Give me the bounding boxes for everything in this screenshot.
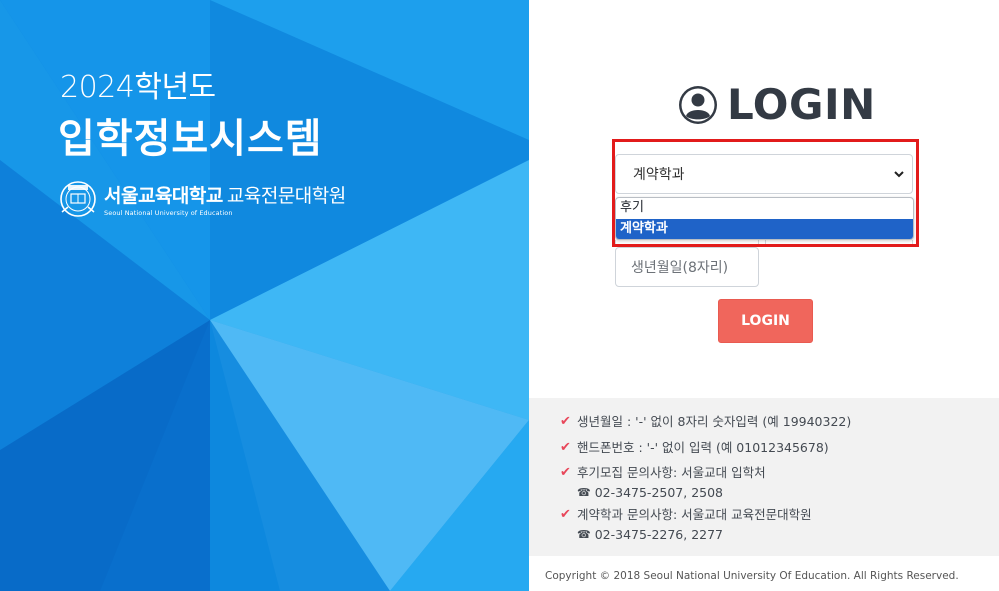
birthdate-input[interactable]: 생년월일(8자리) [615, 247, 759, 287]
university-seal-icon [60, 181, 96, 217]
notice-text: 계약학과 문의사항: 서울교대 교육전문대학원 [577, 507, 812, 522]
check-icon: ✔ [560, 465, 571, 480]
hero-panel: 2024학년도 입학정보시스템 서울교육대학교 교육전문대학원 Seoul Nat… [0, 0, 529, 591]
university-name-en: Seoul National University of Education [104, 209, 233, 217]
admission-year: 2024학년도 [60, 70, 216, 105]
university-logo: 서울교육대학교 교육전문대학원 Seoul National University… [58, 179, 346, 219]
system-title: 입학정보시스템 [58, 116, 323, 162]
login-heading: LOGIN [677, 80, 876, 129]
university-name: 서울교육대학교 [104, 185, 223, 207]
highlight-frame [612, 139, 919, 247]
notice-item: ✔ 핸드폰번호 : '-' 없이 입력 (예 01012345678) [560, 438, 829, 458]
notice-item: ✔ 생년월일 : '-' 없이 8자리 숫자입력 (예 19940322) [560, 412, 851, 432]
phone-number: 02-3475-2276, 2277 [594, 527, 724, 542]
user-circle-icon [679, 85, 717, 124]
login-panel: LOGIN 계약학과 후기 계약학과 생년월일(8자리) LOGIN ✔ 생년월… [529, 0, 999, 591]
phone-icon: ☎ [577, 486, 591, 499]
notice-item: ✔ 계약학과 문의사항: 서울교대 교육전문대학원 ☎ 02-3475-2276,… [560, 505, 812, 545]
check-icon: ✔ [560, 507, 571, 522]
login-button[interactable]: LOGIN [718, 299, 813, 343]
notice-box: ✔ 생년월일 : '-' 없이 8자리 숫자입력 (예 19940322) ✔ … [529, 398, 999, 556]
phone-icon: ☎ [577, 528, 591, 541]
check-icon: ✔ [560, 440, 571, 455]
check-icon: ✔ [560, 414, 571, 429]
copyright-text: Copyright © 2018 Seoul National Universi… [545, 570, 959, 582]
notice-text: 생년월일 : '-' 없이 8자리 숫자입력 (예 19940322) [577, 414, 852, 429]
notice-item: ✔ 후기모집 문의사항: 서울교대 입학처 ☎ 02-3475-2507, 250… [560, 463, 766, 503]
graduate-school-name: 교육전문대학원 [226, 185, 346, 207]
phone-number: 02-3475-2507, 2508 [594, 485, 724, 500]
login-title: LOGIN [727, 80, 876, 129]
notice-text: 핸드폰번호 : '-' 없이 입력 (예 01012345678) [577, 440, 829, 455]
notice-text: 후기모집 문의사항: 서울교대 입학처 [577, 465, 766, 480]
